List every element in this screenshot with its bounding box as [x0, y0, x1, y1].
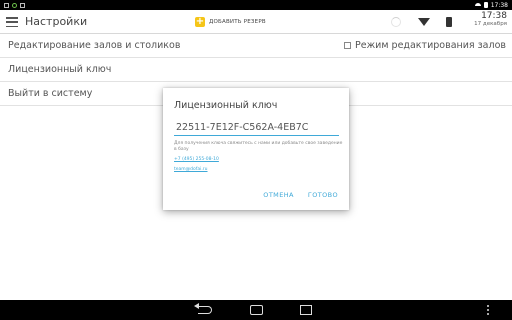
- sync-spinner-icon: [391, 17, 401, 27]
- settings-item-label: Редактирование залов и столиков: [8, 40, 181, 51]
- status-bar: 17:38: [0, 0, 512, 10]
- done-button[interactable]: ГОТОВО: [308, 191, 338, 199]
- more-icon[interactable]: [487, 305, 490, 315]
- page-title: Настройки: [25, 15, 88, 28]
- clock-date: 17 декабря: [474, 21, 507, 27]
- home-icon[interactable]: [250, 305, 263, 315]
- edit-mode-label: Режим редактирования залов: [355, 40, 506, 51]
- license-key-dialog: Лицензионный ключ Для получения ключа св…: [163, 88, 349, 210]
- notification-icon: [4, 2, 9, 8]
- clock: 17:38 17 декабря: [474, 12, 507, 28]
- notification-icon: [12, 2, 17, 8]
- navigation-bar: [0, 300, 512, 320]
- dialog-title: Лицензионный ключ: [174, 100, 278, 111]
- notification-icon: [20, 2, 25, 8]
- add-reserve-button[interactable]: + ДОБАВИТЬ РЕЗЕРВ: [195, 16, 266, 28]
- edit-mode-checkbox[interactable]: [344, 42, 352, 49]
- plus-icon: +: [195, 16, 205, 27]
- device-icon[interactable]: [446, 17, 452, 27]
- wifi-status-icon: [474, 2, 481, 8]
- menu-icon[interactable]: [6, 17, 18, 27]
- settings-item-label: Лицензионный ключ: [8, 64, 112, 75]
- add-reserve-label: ДОБАВИТЬ РЕЗЕРВ: [209, 19, 266, 25]
- status-time: 17:38: [490, 1, 508, 9]
- recents-icon[interactable]: [300, 305, 312, 315]
- status-notifications: [4, 2, 25, 8]
- clock-time: 17:38: [481, 11, 507, 21]
- battery-icon: [483, 2, 488, 8]
- license-key-input[interactable]: [174, 120, 339, 136]
- status-system: 17:38: [474, 1, 508, 9]
- license-hint: Для получения ключа свяжитесь с нами или…: [174, 141, 343, 152]
- contact-email-link[interactable]: team@dofai.ru: [174, 167, 208, 172]
- settings-item-label: Выйти в систему: [8, 88, 93, 99]
- settings-item-edit-halls[interactable]: Редактирование залов и столиков Режим ре…: [0, 34, 512, 58]
- edit-mode-toggle[interactable]: Режим редактирования залов: [344, 40, 506, 51]
- wifi-icon[interactable]: [418, 18, 430, 26]
- cancel-button[interactable]: ОТМЕНА: [263, 191, 294, 199]
- app-bar: Настройки + ДОБАВИТЬ РЕЗЕРВ 17:38 17 дек…: [0, 10, 512, 34]
- contact-phone-link[interactable]: +7 (495) 255-08-10: [174, 157, 219, 162]
- dialog-actions: ОТМЕНА ГОТОВО: [263, 191, 338, 199]
- settings-item-license-key[interactable]: Лицензионный ключ: [0, 58, 512, 82]
- back-icon[interactable]: [194, 303, 212, 314]
